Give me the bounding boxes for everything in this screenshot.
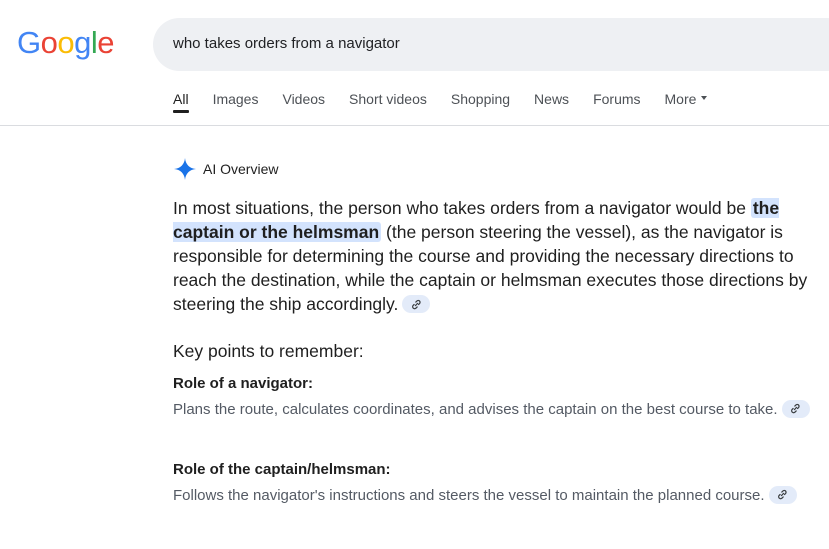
logo-letter: e bbox=[97, 25, 115, 60]
point-title: Role of a navigator: bbox=[173, 375, 314, 392]
search-query[interactable]: who takes orders from a navigator bbox=[173, 35, 400, 52]
logo-letter: o bbox=[57, 25, 75, 60]
tab-shopping[interactable]: Shopping bbox=[451, 90, 510, 114]
header-divider bbox=[0, 125, 829, 126]
link-icon bbox=[411, 300, 421, 310]
google-logo[interactable]: Google bbox=[17, 25, 115, 60]
summary-text: In most situations, the person who takes… bbox=[173, 198, 751, 218]
tab-news[interactable]: News bbox=[534, 90, 569, 114]
point-body: Plans the route, calculates coordinates,… bbox=[173, 399, 813, 421]
ai-overview-summary: In most situations, the person who takes… bbox=[173, 196, 813, 316]
tab-images[interactable]: Images bbox=[213, 90, 259, 114]
citation-button[interactable] bbox=[781, 400, 810, 419]
citation-button[interactable] bbox=[402, 295, 431, 314]
tab-all[interactable]: All bbox=[173, 90, 189, 114]
point-text: Plans the route, calculates coordinates,… bbox=[173, 401, 778, 418]
logo-letter: g bbox=[74, 25, 91, 60]
sparkle-icon bbox=[174, 158, 196, 180]
ai-overview-header: AI Overview bbox=[173, 157, 278, 181]
search-input[interactable]: who takes orders from a navigator bbox=[153, 18, 829, 71]
logo-letter: o bbox=[40, 25, 58, 60]
caret-down-icon bbox=[701, 96, 708, 101]
ai-overview-title: AI Overview bbox=[203, 161, 279, 177]
tab-more-label: More bbox=[664, 91, 697, 107]
point-title: Role of the captain/helmsman: bbox=[173, 461, 391, 478]
key-points-heading: Key points to remember: bbox=[173, 341, 364, 361]
link-icon bbox=[791, 403, 800, 413]
tab-short-videos[interactable]: Short videos bbox=[349, 90, 427, 114]
tab-forums[interactable]: Forums bbox=[593, 90, 640, 114]
search-tabs: All Images Videos Short videos Shopping … bbox=[173, 90, 731, 114]
tab-videos[interactable]: Videos bbox=[282, 90, 325, 114]
tab-more[interactable]: More bbox=[665, 90, 708, 114]
logo-letter: G bbox=[17, 25, 41, 60]
point-text: Follows the navigator's instructions and… bbox=[173, 487, 765, 504]
point-body: Follows the navigator's instructions and… bbox=[173, 485, 813, 507]
citation-button[interactable] bbox=[768, 486, 797, 505]
link-icon bbox=[778, 489, 787, 499]
